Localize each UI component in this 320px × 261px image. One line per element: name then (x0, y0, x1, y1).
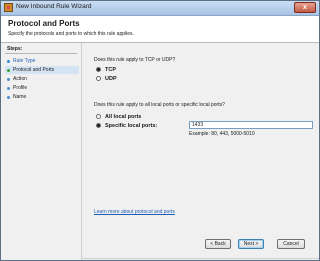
step-label: Action (13, 76, 27, 82)
wizard-header: Protocol and Ports Specify the protocols… (1, 16, 319, 43)
step-label: Profile (13, 85, 28, 91)
step-label: Protocol and Ports (13, 67, 55, 73)
ports-question: Does this rule apply to all local ports … (94, 102, 225, 108)
steps-panel: Steps: Rule Type Protocol and Ports Acti… (1, 43, 82, 260)
radio-unchecked-icon (96, 76, 101, 81)
specific-ports-input[interactable]: 1433 (189, 121, 313, 129)
cancel-button[interactable]: Cancel (277, 239, 305, 249)
page-subtitle: Specify the protocols and ports to which… (8, 31, 134, 37)
back-button[interactable]: < Back (205, 239, 231, 249)
page-title: Protocol and Ports (8, 19, 80, 28)
firewall-icon (4, 3, 13, 12)
step-label: Rule Type (13, 58, 36, 64)
main-content: Does this rule apply to TCP or UDP? TCP … (82, 43, 319, 260)
steps-heading: Steps: (7, 46, 23, 52)
step-bullet-icon (7, 60, 10, 63)
step-profile[interactable]: Profile (5, 84, 79, 92)
next-button[interactable]: Next > (238, 239, 264, 249)
radio-checked-icon (96, 67, 101, 72)
learn-more-link[interactable]: Learn more about protocol and ports (94, 209, 175, 215)
step-action[interactable]: Action (5, 75, 79, 83)
steps-divider (5, 53, 77, 54)
ports-example: Example: 80, 443, 5000-5010 (189, 131, 255, 137)
step-bullet-icon (7, 96, 10, 99)
radio-label: Specific local ports: (105, 123, 158, 129)
radio-checked-icon (96, 123, 101, 128)
window-title: New Inbound Rule Wizard (16, 3, 92, 10)
step-protocol-and-ports[interactable]: Protocol and Ports (5, 66, 79, 74)
radio-unchecked-icon (96, 114, 101, 119)
protocol-question: Does this rule apply to TCP or UDP? (94, 57, 176, 63)
step-bullet-icon (7, 69, 10, 72)
radio-label: All local ports (105, 114, 142, 120)
wizard-window: New Inbound Rule Wizard x Protocol and P… (0, 0, 320, 261)
step-rule-type[interactable]: Rule Type (5, 57, 79, 65)
step-bullet-icon (7, 87, 10, 90)
title-bar[interactable]: New Inbound Rule Wizard x (1, 1, 319, 16)
bottom-divider (82, 258, 319, 259)
step-name[interactable]: Name (5, 93, 79, 101)
step-bullet-icon (7, 78, 10, 81)
step-label: Name (13, 94, 27, 100)
radio-label: TCP (105, 67, 116, 73)
close-button[interactable]: x (294, 2, 316, 13)
radio-label: UDP (105, 76, 117, 82)
